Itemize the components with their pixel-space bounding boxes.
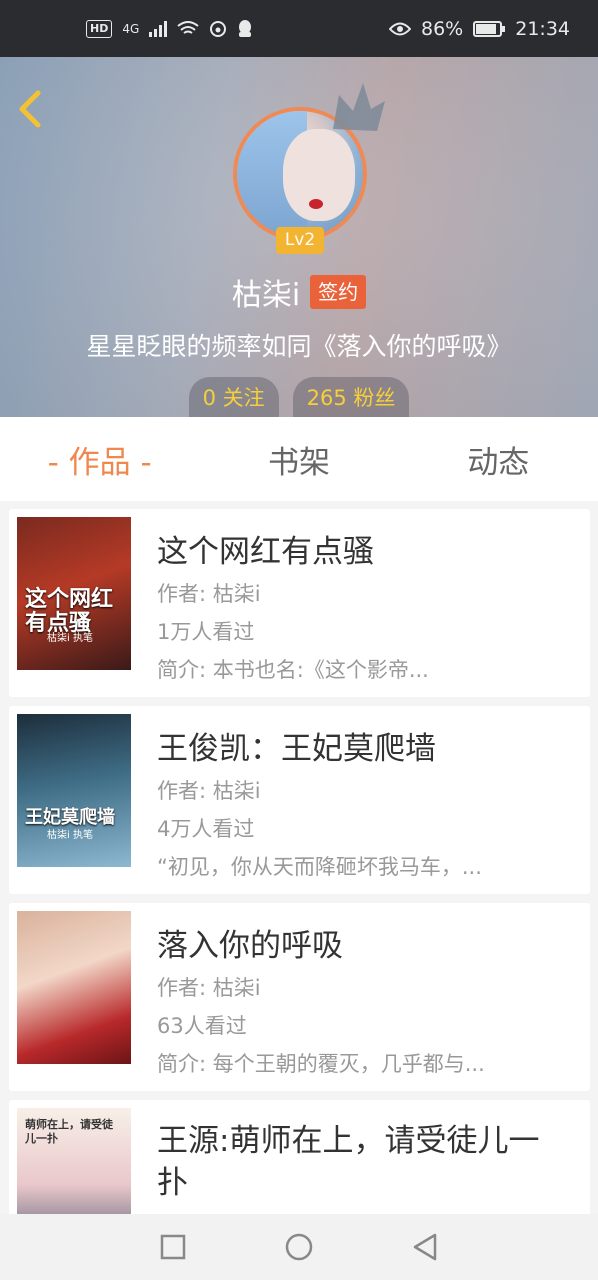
back-button[interactable] [14, 87, 50, 131]
tab-works[interactable]: - 作品 - [0, 437, 199, 482]
back-nav-button[interactable] [405, 1227, 445, 1267]
book-author: 作者: 枯柒i [157, 582, 261, 606]
weibo-icon [210, 20, 227, 37]
book-card[interactable]: 王妃莫爬墙 枯柒i 执笔 王俊凯：王妃莫爬墙 作者: 枯柒i 4万人看过 “初见… [9, 706, 590, 894]
book-info: 这个网红有点骚 作者: 枯柒i 1万人看过 简介: 本书也名:《这个影帝... [157, 529, 562, 689]
level-badge: Lv2 [276, 227, 324, 254]
triangle-back-icon [413, 1233, 437, 1261]
book-views: 63人看过 [157, 1014, 247, 1038]
square-icon [160, 1234, 186, 1260]
status-bar: HD 4G 86% 21:34 [0, 0, 598, 57]
eye-icon [389, 22, 411, 35]
cover-author-art: 枯柒i 执笔 [47, 830, 93, 841]
book-cover[interactable]: 王妃莫爬墙 枯柒i 执笔 [17, 714, 131, 867]
book-info: 王源:萌师在上，请受徒儿一扑 [157, 1120, 562, 1204]
cover-title-art: 这个网红有点骚 [25, 586, 114, 636]
name-row: 枯柒i 签约 [0, 272, 598, 313]
book-title[interactable]: 落入你的呼吸 [157, 923, 562, 969]
book-info: 落入你的呼吸 作者: 枯柒i 63人看过 简介: 每个王朝的覆灭，几乎都与... [157, 923, 562, 1083]
book-card[interactable]: 这个网红有点骚 枯柒i 执笔 这个网红有点骚 作者: 枯柒i 1万人看过 简介:… [9, 509, 590, 697]
book-author: 作者: 枯柒i [157, 976, 261, 1000]
profile-bio: 星星眨眼的频率如同《落入你的呼吸》 [86, 332, 512, 361]
book-cover[interactable]: 这个网红有点骚 枯柒i 执笔 [17, 517, 131, 670]
book-title[interactable]: 王源:萌师在上，请受徒儿一扑 [157, 1120, 562, 1204]
wifi-icon [177, 20, 199, 34]
hd-badge: HD [86, 19, 113, 38]
circle-icon [285, 1233, 313, 1261]
avatar-wrap [233, 83, 385, 241]
network-type: 4G [122, 21, 140, 36]
battery-icon [473, 20, 506, 37]
book-intro: 简介: 每个王朝的覆灭，几乎都与... [157, 1052, 485, 1076]
book-card[interactable]: 落入你的呼吸 作者: 枯柒i 63人看过 简介: 每个王朝的覆灭，几乎都与... [9, 903, 590, 1091]
qq-icon [239, 19, 252, 37]
book-author: 作者: 枯柒i [157, 779, 261, 803]
battery-percent: 86% [421, 17, 464, 40]
cover-title-art: 萌师在上，请受徒儿一扑 [25, 1118, 113, 1145]
username: 枯柒i [231, 278, 301, 313]
book-list: 这个网红有点骚 枯柒i 执笔 这个网红有点骚 作者: 枯柒i 1万人看过 简介:… [9, 509, 590, 1280]
book-intro: 简介: 本书也名:《这个影帝... [157, 658, 429, 682]
crown-icon [333, 83, 385, 131]
profile-tabs: - 作品 - 书架 动态 [0, 417, 598, 501]
tab-activity[interactable]: 动态 [399, 437, 598, 482]
home-button[interactable] [279, 1227, 319, 1267]
book-intro: “初见，你从天而降砸坏我马车，... [157, 855, 482, 879]
following-count[interactable]: 0 关注 [188, 377, 279, 417]
signed-badge: 签约 [310, 275, 367, 309]
system-nav-bar [0, 1214, 598, 1280]
book-views: 1万人看过 [157, 620, 255, 644]
status-left: HD 4G [86, 19, 253, 39]
book-title[interactable]: 这个网红有点骚 [157, 529, 562, 575]
cover-author-art: 枯柒i 执笔 [47, 633, 93, 644]
book-views: 4万人看过 [157, 817, 255, 841]
status-right: 86% 21:34 [389, 18, 570, 40]
signal-icon [149, 20, 168, 37]
book-title[interactable]: 王俊凯：王妃莫爬墙 [157, 726, 562, 772]
fans-count[interactable]: 265 粉丝 [292, 377, 410, 417]
book-info: 王俊凯：王妃莫爬墙 作者: 枯柒i 4万人看过 “初见，你从天而降砸坏我马车，.… [157, 726, 562, 886]
profile-stats: 0 关注 265 粉丝 [0, 377, 598, 417]
clock: 21:34 [515, 17, 570, 40]
avatar-lip [309, 199, 323, 209]
chevron-left-icon [19, 90, 41, 128]
tab-bookshelf[interactable]: 书架 [199, 437, 398, 482]
book-cover[interactable] [17, 911, 131, 1064]
profile-header: Lv2 枯柒i 签约 星星眨眼的频率如同《落入你的呼吸》 0 关注 265 粉丝 [0, 57, 598, 417]
recents-button[interactable] [153, 1227, 193, 1267]
